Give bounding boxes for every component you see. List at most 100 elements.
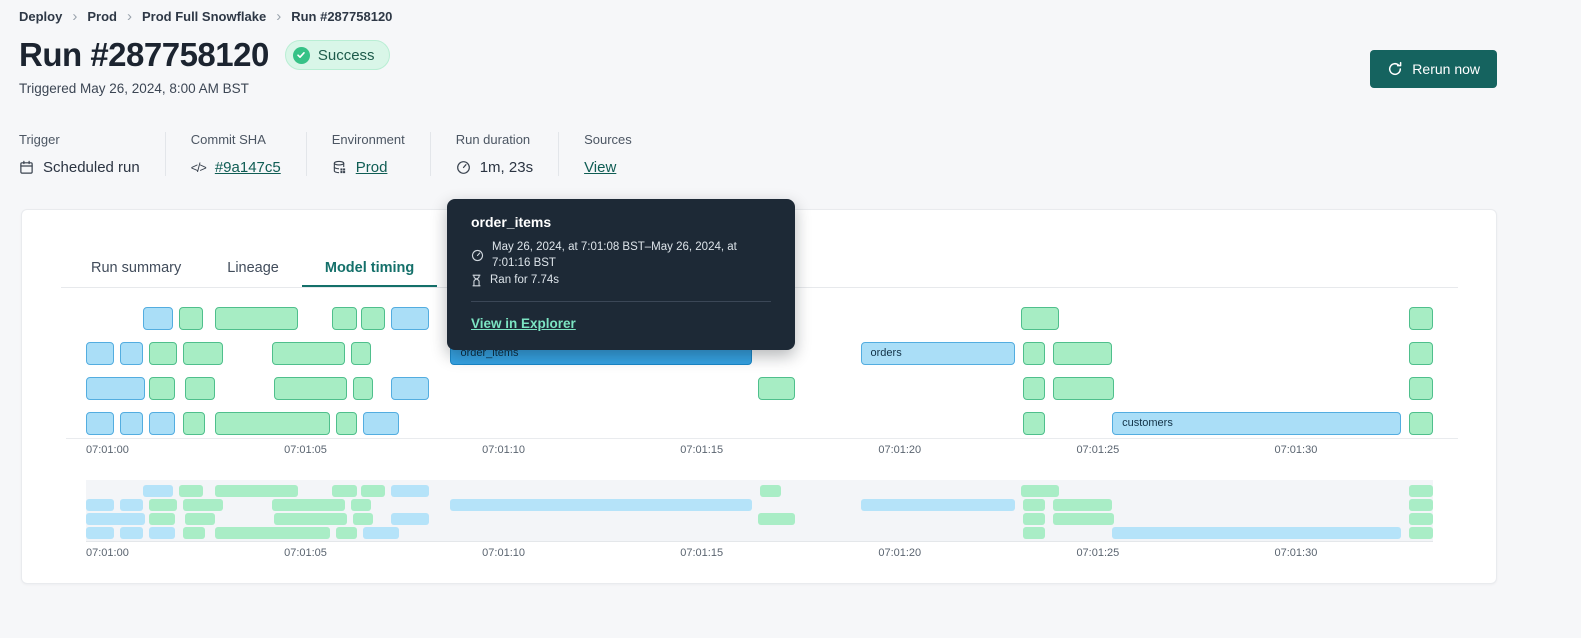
timing-bar[interactable]	[185, 377, 215, 400]
timing-bar[interactable]	[1020, 307, 1059, 330]
overview-lane-1	[86, 485, 1433, 497]
timing-bar[interactable]	[331, 307, 358, 330]
gantt-lane-4: customers	[86, 412, 1433, 435]
timing-bar[interactable]	[1409, 342, 1433, 365]
breadcrumb-item[interactable]: Prod	[87, 9, 117, 24]
tab-lineage[interactable]: Lineage	[204, 251, 302, 288]
timing-bar[interactable]	[353, 377, 374, 400]
timing-bar[interactable]	[1409, 307, 1433, 330]
mini-timing-bar	[119, 499, 144, 511]
database-icon	[332, 160, 347, 175]
timing-bar[interactable]	[86, 342, 114, 365]
mini-timing-bar	[183, 527, 205, 539]
timing-bar[interactable]	[391, 307, 429, 330]
success-check-icon	[292, 46, 310, 64]
mini-timing-bar	[214, 527, 330, 539]
timing-bar[interactable]	[119, 342, 144, 365]
mini-timing-bar	[1409, 485, 1433, 497]
mini-timing-bar	[185, 513, 215, 525]
meta-commit-sha-value[interactable]: #9a147c5	[215, 159, 281, 176]
meta-environment: Environment Prod	[305, 132, 430, 176]
timing-bar[interactable]	[214, 307, 298, 330]
axis-tick-label: 07:01:10	[482, 444, 525, 456]
timing-bar[interactable]	[1022, 412, 1045, 435]
timing-bar-customers[interactable]: customers	[1112, 412, 1402, 435]
timeline-overview-brush[interactable]	[86, 480, 1433, 542]
run-meta-row: Trigger Scheduled run Commit SHA </> #9a147c…	[19, 132, 657, 176]
timing-bar[interactable]	[274, 377, 348, 400]
axis-tick-label: 07:01:30	[1274, 547, 1318, 559]
meta-environment-value[interactable]: Prod	[356, 159, 388, 176]
mini-timing-bar	[149, 499, 178, 511]
axis-tick-label: 07:01:00	[86, 444, 129, 456]
mini-timing-bar	[1409, 499, 1433, 511]
meta-environment-label: Environment	[331, 132, 405, 147]
timing-bar[interactable]	[143, 307, 174, 330]
axis-tick-label: 07:01:05	[284, 444, 327, 456]
timing-bar[interactable]	[1052, 377, 1115, 400]
timing-bar[interactable]	[1022, 377, 1045, 400]
hourglass-icon	[471, 274, 482, 287]
timing-bar[interactable]	[1409, 412, 1433, 435]
gantt-lane-3	[86, 377, 1433, 400]
timing-bar[interactable]	[361, 307, 386, 330]
mini-timing-bar	[143, 485, 174, 497]
mini-timing-bar	[274, 513, 348, 525]
breadcrumb-item[interactable]: Prod Full Snowflake	[142, 9, 266, 24]
title-row: Run #287758120 Success	[19, 36, 390, 74]
breadcrumb-item[interactable]: Deploy	[19, 9, 62, 24]
rerun-now-button[interactable]: Rerun now	[1370, 50, 1497, 88]
meta-run-duration: Run duration 1m, 23s	[429, 132, 558, 176]
tab-model-timing[interactable]: Model timing	[301, 251, 438, 288]
breadcrumb-separator-icon: ›	[126, 8, 132, 25]
tooltip-divider	[471, 301, 771, 302]
timing-bar[interactable]	[86, 412, 114, 435]
triggered-timestamp: Triggered May 26, 2024, 8:00 AM BST	[19, 81, 249, 96]
meta-sources-value[interactable]: View	[584, 159, 616, 176]
meta-commit-sha-label: Commit SHA	[190, 132, 266, 147]
view-in-explorer-link[interactable]: View in Explorer	[471, 316, 576, 331]
mini-timing-bar	[119, 527, 144, 539]
axis-tick-label: 07:01:10	[482, 547, 525, 559]
timing-bar[interactable]	[363, 412, 399, 435]
timing-bar[interactable]	[1052, 342, 1113, 365]
timing-bar[interactable]	[119, 412, 144, 435]
mini-timing-bar	[183, 499, 223, 511]
timing-bar[interactable]	[149, 377, 176, 400]
timing-bar[interactable]	[183, 412, 205, 435]
breadcrumb-item: Run #287758120	[291, 9, 393, 24]
timing-bar[interactable]	[149, 342, 178, 365]
timing-bar[interactable]	[757, 377, 796, 400]
timing-bar[interactable]	[1409, 377, 1433, 400]
timing-bar[interactable]	[86, 377, 146, 400]
meta-trigger-label: Trigger	[19, 132, 60, 147]
mini-timing-bar	[272, 499, 346, 511]
timing-bar[interactable]	[391, 377, 429, 400]
timing-bar[interactable]	[179, 307, 203, 330]
mini-timing-bar	[179, 485, 203, 497]
axis-tick-label: 07:01:20	[878, 444, 922, 456]
timing-bar[interactable]	[272, 342, 346, 365]
timing-bar-orders[interactable]: orders	[860, 342, 1016, 365]
timing-bar[interactable]	[183, 342, 223, 365]
mini-timing-bar	[363, 527, 399, 539]
meta-commit-sha: Commit SHA </> #9a147c5	[164, 132, 306, 176]
breadcrumb-separator-icon: ›	[276, 8, 282, 25]
tooltip-duration: Ran for 7.74s	[490, 274, 560, 286]
timing-bar[interactable]	[214, 412, 330, 435]
mini-timing-bar	[1409, 527, 1433, 539]
tab-run-summary[interactable]: Run summary	[68, 251, 204, 288]
mini-timing-bar	[391, 513, 429, 525]
timing-bar[interactable]	[335, 412, 358, 435]
axis-tick-label: 07:01:20	[878, 547, 922, 559]
timing-bar[interactable]	[149, 412, 176, 435]
status-badge: Success	[284, 40, 390, 70]
timing-bar[interactable]	[1022, 342, 1045, 365]
mini-timing-bar	[391, 485, 429, 497]
meta-trigger-value: Scheduled run	[43, 159, 140, 176]
axis-tick-label: 07:01:30	[1274, 444, 1318, 456]
mini-timing-bar	[86, 499, 114, 511]
meta-sources-label: Sources	[584, 132, 632, 147]
timing-bar[interactable]	[351, 342, 372, 365]
mini-timing-bar	[331, 485, 358, 497]
